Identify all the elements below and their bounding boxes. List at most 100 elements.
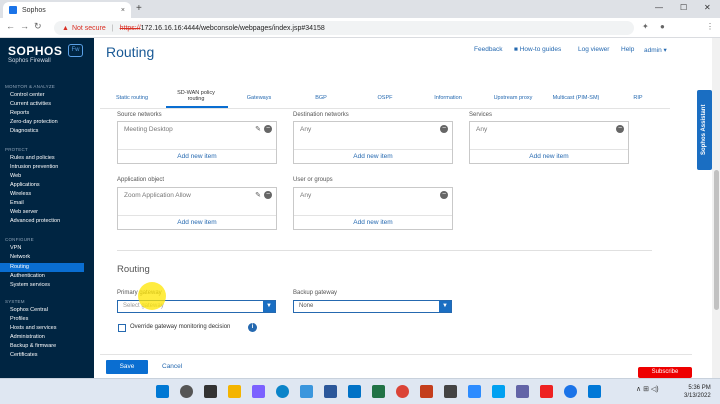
clock[interactable]: 5:36 PM 3/13/2022 <box>684 384 711 400</box>
sidebar-item-network[interactable]: Network <box>10 253 94 262</box>
edge-icon[interactable] <box>276 385 289 398</box>
minimize-icon[interactable]: — <box>655 3 663 12</box>
tab-sdwan-policy-routing[interactable]: SD-WAN policy routing <box>168 90 224 102</box>
chrome-icon[interactable] <box>396 385 409 398</box>
sidebar-item-backup[interactable]: Backup & firmware <box>10 342 94 351</box>
forward-icon[interactable]: → <box>20 21 29 31</box>
outlook-icon[interactable] <box>348 385 361 398</box>
how-to-guides-link[interactable]: ■ How-to guides <box>514 46 561 53</box>
chat-icon[interactable] <box>252 385 265 398</box>
tab-rip[interactable]: RIP <box>626 95 650 101</box>
tab-bgp[interactable]: BGP <box>306 95 336 101</box>
tab-static-routing[interactable]: Static routing <box>110 95 154 101</box>
sidebar-item-system-services[interactable]: System services <box>10 281 94 290</box>
edit-icon[interactable]: ✎ <box>255 192 261 199</box>
extensions-icon[interactable]: ✦ <box>642 22 649 31</box>
section-system: SYSTEM <box>5 299 25 304</box>
url-https: https:// <box>119 24 141 32</box>
sidebar-item-wireless[interactable]: Wireless <box>10 190 94 199</box>
sophos-assistant-tab[interactable]: Sophos Assistant <box>697 90 712 170</box>
scrollbar-thumb[interactable] <box>714 170 719 310</box>
override-gateway-checkbox[interactable] <box>118 324 126 332</box>
tab-upstream-proxy[interactable]: Upstream proxy <box>486 95 540 101</box>
admin-menu[interactable]: admin ▾ <box>644 46 667 54</box>
menu-icon[interactable]: ⋮ <box>706 22 714 31</box>
terminal-icon[interactable] <box>444 385 457 398</box>
remove-icon[interactable]: − <box>264 191 272 200</box>
start-icon[interactable] <box>156 385 169 398</box>
browser-tab[interactable]: Sophos × <box>3 2 131 18</box>
remove-icon[interactable]: − <box>264 125 272 134</box>
info-icon[interactable]: i <box>248 323 257 332</box>
tab-information[interactable]: Information <box>426 95 470 101</box>
save-button[interactable]: Save <box>106 360 148 374</box>
tab-gateways[interactable]: Gateways <box>240 95 278 101</box>
not-secure-label: Not secure <box>71 24 106 32</box>
sidebar-item-certificates[interactable]: Certificates <box>10 351 94 360</box>
sidebar-item-control-center[interactable]: Control center <box>10 91 94 100</box>
sidebar-item-reports[interactable]: Reports <box>10 109 94 118</box>
excel-icon[interactable] <box>372 385 385 398</box>
sidebar-item-administration[interactable]: Administration <box>10 333 94 342</box>
user-groups-label: User or groups <box>293 177 333 183</box>
tab-multicast[interactable]: Multicast (PIM-SM) <box>546 95 606 101</box>
sidebar-item-vpn[interactable]: VPN <box>10 244 94 253</box>
sidebar-item-web-server[interactable]: Web server <box>10 208 94 217</box>
sidebar-item-authentication[interactable]: Authentication <box>10 272 94 281</box>
sidebar-item-profiles[interactable]: Profiles <box>10 315 94 324</box>
vm-icon[interactable] <box>492 385 505 398</box>
system-tray[interactable]: ∧ ⊞ ◁) <box>636 385 659 393</box>
close-window-icon[interactable]: ✕ <box>704 3 711 12</box>
sidebar-item-rules[interactable]: Rules and policies <box>10 154 94 163</box>
zoom-icon[interactable] <box>468 385 481 398</box>
maximize-icon[interactable]: ☐ <box>680 3 687 12</box>
store-icon[interactable] <box>300 385 313 398</box>
section-protect: PROTECT <box>5 147 28 152</box>
sidebar-item-routing[interactable]: Routing <box>0 263 84 272</box>
sidebar-item-sophos-central[interactable]: Sophos Central <box>10 306 94 315</box>
profile-icon[interactable]: ● <box>660 22 665 31</box>
new-tab-button[interactable]: + <box>136 3 142 14</box>
logo-subtitle: Sophos Firewall <box>8 58 51 64</box>
tab-ospf[interactable]: OSPF <box>370 95 400 101</box>
add-new-item-button[interactable]: Add new item <box>294 149 452 163</box>
close-tab-icon[interactable]: × <box>121 7 125 14</box>
remove-icon[interactable]: − <box>440 191 448 199</box>
sidebar-item-ips[interactable]: Intrusion prevention <box>10 163 94 172</box>
sidebar-item-applications[interactable]: Applications <box>10 181 94 190</box>
url-text: 172.16.16.16:4444/webconsole/webpages/in… <box>140 24 325 32</box>
add-new-item-button[interactable]: Add new item <box>118 149 276 163</box>
sidebar-item-hosts[interactable]: Hosts and services <box>10 324 94 333</box>
file-explorer-icon[interactable] <box>228 385 241 398</box>
task-view-icon[interactable] <box>204 385 217 398</box>
chrome-alt-icon[interactable] <box>564 385 577 398</box>
sidebar-item-email[interactable]: Email <box>10 199 94 208</box>
sophos-favicon-icon <box>9 6 17 14</box>
feedback-link[interactable]: Feedback <box>474 46 503 53</box>
teams-icon[interactable] <box>516 385 529 398</box>
add-new-item-button[interactable]: Add new item <box>294 215 452 229</box>
sidebar-item-zero-day[interactable]: Zero-day protection <box>10 118 94 127</box>
edit-icon[interactable]: ✎ <box>255 126 261 133</box>
add-new-item-button[interactable]: Add new item <box>470 149 628 163</box>
acrobat-icon[interactable] <box>540 385 553 398</box>
add-new-item-button[interactable]: Add new item <box>118 215 276 229</box>
sidebar-item-current-activities[interactable]: Current activities <box>10 100 94 109</box>
log-viewer-link[interactable]: Log viewer <box>578 46 609 53</box>
sidebar: SOPHOS Fw Sophos Firewall MONITOR & ANAL… <box>0 38 94 378</box>
powerpoint-icon[interactable] <box>420 385 433 398</box>
search-icon[interactable] <box>180 385 193 398</box>
url-bar[interactable]: ▲ Not secure | https:// 172.16.16.16:444… <box>54 21 634 35</box>
cancel-button[interactable]: Cancel <box>162 363 182 370</box>
back-icon[interactable]: ← <box>6 21 15 31</box>
word-icon[interactable] <box>324 385 337 398</box>
backup-gateway-select[interactable]: None ▼ <box>293 300 452 313</box>
help-link[interactable]: Help <box>621 46 634 53</box>
remove-icon[interactable]: − <box>440 125 448 133</box>
settings-icon[interactable] <box>588 385 601 398</box>
sidebar-item-advanced[interactable]: Advanced protection <box>10 217 94 226</box>
remove-icon[interactable]: − <box>616 125 624 133</box>
sidebar-item-web[interactable]: Web <box>10 172 94 181</box>
sidebar-item-diagnostics[interactable]: Diagnostics <box>10 127 94 136</box>
reload-icon[interactable]: ↻ <box>34 21 42 32</box>
